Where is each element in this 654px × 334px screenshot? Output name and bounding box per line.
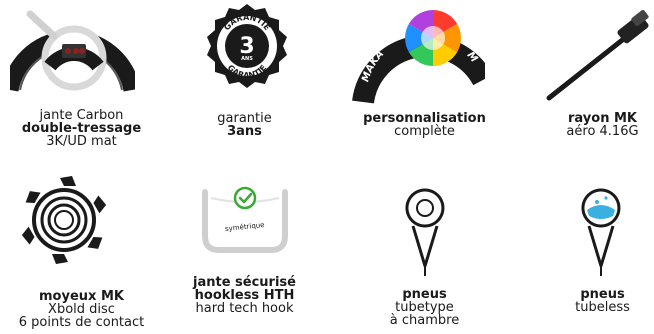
feature-caption: jante sécurisé hookless HTH hard tech ho…: [163, 276, 326, 315]
symmetric-label: symétrique: [225, 221, 265, 233]
feature-caption: pneus tubetype à chambre: [343, 288, 506, 327]
caption-line-bold: 3ans: [227, 124, 262, 139]
feature-hookless: symétrique jante sécurisé hookless HTH h…: [163, 170, 326, 334]
feature-rim: jante Carbon double-tressage 3K/UD mat: [0, 0, 163, 160]
caption-line: complète: [394, 124, 455, 139]
feature-caption: moyeux MK Xbold disc 6 points de contact: [0, 290, 163, 329]
hookless-rim-profile-icon: symétrique: [199, 184, 291, 268]
feature-spoke: rayon MK aéro 4.16G: [521, 0, 654, 160]
caption-line: 3K/UD mat: [46, 134, 117, 149]
feature-tubeless: pneus tubeless: [521, 170, 654, 334]
warranty-badge-icon: 3 ANS GARANTIE GARANTIE: [205, 2, 289, 102]
tube-tire-icon: [403, 186, 447, 282]
feature-caption: personnalisation complète: [343, 112, 506, 138]
caption-line: tubeless: [575, 300, 630, 315]
feature-caption: garantie 3ans: [163, 112, 326, 138]
color-wheel-rim-icon: MAKA M: [349, 10, 493, 108]
feature-caption: rayon MK aéro 4.16G: [521, 112, 654, 138]
caption-line: hard tech hook: [195, 301, 294, 316]
carbon-rim-magnifier-icon: [10, 8, 135, 107]
aero-spoke-icon: [543, 8, 654, 108]
tubeless-sealant-icon: [579, 186, 623, 282]
hub-ratchet-icon: [18, 172, 110, 272]
feature-customisation: MAKA M personnalisation complète: [343, 0, 506, 160]
caption-line: aéro 4.16G: [566, 124, 639, 139]
feature-caption: pneus tubeless: [521, 288, 654, 314]
caption-line: 6 points de contact: [18, 315, 145, 330]
feature-hub: moyeux MK Xbold disc 6 points de contact: [0, 170, 163, 334]
feature-tubetype: pneus tubetype à chambre: [343, 170, 506, 334]
feature-warranty: 3 ANS GARANTIE GARANTIE garantie 3ans: [163, 0, 326, 160]
feature-caption: jante Carbon double-tressage 3K/UD mat: [0, 109, 163, 148]
caption-line: à chambre: [389, 313, 460, 328]
badge-unit: ANS: [241, 56, 253, 62]
